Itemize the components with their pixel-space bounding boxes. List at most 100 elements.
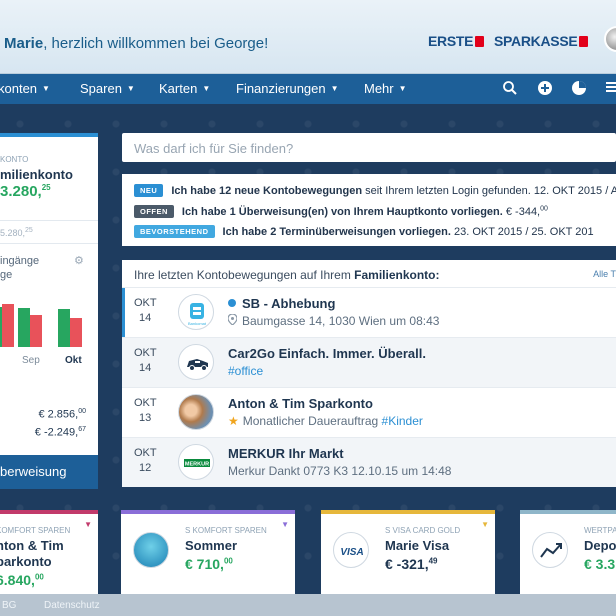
nav-finanzierungen[interactable]: Finanzierungen ▼ [236,81,339,96]
welcome-bar: Marie, herzlich willkommen bei George! E… [0,0,616,74]
tile-amount-cents: 00 [34,572,44,582]
tx-title: Car2Go Einfach. Immer. Überall. [228,346,426,361]
tx-day: 12 [139,462,152,474]
notification-open[interactable]: OFFEN Ich habe 1 Überweisung(en) von Ihre… [134,205,548,221]
tile-amount-value: € 710, [185,556,224,572]
all-transactions-link[interactable]: Alle T [593,269,616,279]
swimmer-photo-icon [133,532,169,568]
product-tile[interactable]: KOMFORT SPAREN nton & Tim parkonto 6.840… [0,510,98,594]
tx-subtitle-text: Baumgasse 14, 1030 Wien um 08:43 [242,314,440,328]
nav-karten[interactable]: Karten ▼ [159,81,210,96]
tx-title-text: SB - Abhebung [242,296,336,311]
plus-icon[interactable] [536,80,554,98]
product-tile[interactable]: S KOMFORT SPAREN Sommer € 710,00 ▼ [121,510,295,594]
search-input[interactable]: Was darf ich für Sie finden? [122,133,616,162]
tx-tag[interactable]: #Kinder [382,414,423,428]
expense-value: € -2.249, [34,426,79,439]
chevron-down-icon[interactable]: ▼ [481,520,489,529]
nav-konten[interactable]: konten ▼ [0,81,50,96]
available-value: 5.280, [0,228,26,238]
main-nav: konten ▼ Sparen ▼ Karten ▼ Finanzierungen ▼ … [0,74,616,104]
chevron-down-icon: ▼ [126,84,135,93]
tx-month: OKT [134,447,157,459]
chevron-down-icon: ▼ [398,84,407,93]
account-type: KONTO [0,155,29,164]
transaction-row[interactable]: OKT 14 Car2Go Einfach. Immer. Überall. #… [122,337,616,387]
notification-cents: 00 [540,205,548,213]
product-tile[interactable]: WERTPAPIERE Depot € 3.3 [520,510,616,594]
balance-value: 3.280, [0,183,42,200]
nav-sparen[interactable]: Sparen ▼ [80,81,135,96]
chevron-down-icon[interactable]: ▼ [281,520,289,529]
sparkasse-logo-text: SPARKASSE [494,33,578,49]
notification-title: Ich habe 1 Überweisung(en) von Ihrem Hau… [181,206,503,218]
transfer-button[interactable]: berweisung [0,455,98,489]
visa-icon: VISA [333,532,369,568]
transaction-row[interactable]: OKT 14 Bankomat SB - Abhebung Baumgasse … [122,287,616,338]
s-logo-icon [475,36,485,47]
account-name: milienkonto [0,167,73,182]
photo-icon [178,394,214,430]
chevron-down-icon: ▼ [330,84,339,93]
erste-logo: ERSTE [428,33,485,49]
tile-amount-cents: 49 [428,556,438,566]
chevron-down-icon: ▼ [202,84,211,93]
nav-label: Sparen [80,81,122,96]
notification-detail: seit Ihrem letzten Login gefunden. 12. O… [362,185,616,197]
notification-new[interactable]: NEU Ich habe 12 neue Kontobewegungen seit… [134,184,616,200]
nav-mehr[interactable]: Mehr ▼ [364,81,407,96]
available-balance: 5.280,25 [0,227,33,238]
income-label-line2: ge [0,269,13,281]
income-amount: € 2.856,00 [38,408,86,421]
tx-month: OKT [134,397,157,409]
svg-text:Bankomat: Bankomat [188,321,207,326]
footer-link-agb[interactable]: BG [2,600,16,611]
tile-name: nton & Tim [0,538,64,553]
svg-text:VISA: VISA [340,547,363,558]
account-balance: 3.280,25 [0,183,51,200]
transaction-row[interactable]: OKT 12 MERKUR MERKUR Ihr Markt Merkur Da… [122,437,616,487]
user-name: Marie [4,35,44,52]
location-pin-icon [227,313,238,326]
search-icon[interactable] [501,80,519,98]
tx-tag[interactable]: #office [228,364,263,378]
sparkasse-logo: SPARKASSE [494,33,589,49]
unread-indicator [122,288,125,338]
chart-icon[interactable] [570,80,588,98]
balance-cents: 25 [41,183,51,192]
tx-day: 13 [139,412,152,424]
notifications-panel: NEU Ich habe 12 neue Kontobewegungen seit… [122,174,616,246]
gear-icon[interactable]: ⚙ [74,254,84,267]
month-label-active[interactable]: Okt [65,355,82,366]
income-bar [18,308,30,347]
trend-chart-icon [532,532,568,568]
notification-upcoming[interactable]: BEVORSTEHEND Ich habe 2 Terminüberweisung… [134,225,594,241]
expense-bar [2,304,14,347]
product-tile[interactable]: VISA S VISA CARD GOLD Marie Visa € -321,… [321,510,495,594]
tile-label: WERTPAPIERE [584,526,616,535]
tile-label: S VISA CARD GOLD [385,526,461,535]
tile-amount-value: € -321, [385,556,429,572]
nav-label: Finanzierungen [236,81,326,96]
tile-amount-value: 6.840, [0,572,35,588]
tx-subtitle: Baumgasse 14, 1030 Wien um 08:43 [227,313,440,328]
account-card[interactable]: KONTO milienkonto 3.280,25 5.280,25 ingä… [0,133,98,489]
notification-detail: € -344, [502,206,541,218]
divider [0,220,98,221]
footer-link-privacy[interactable]: Datenschutz [44,600,100,611]
user-avatar[interactable] [604,26,616,52]
income-expense-chart [0,297,98,347]
chevron-down-icon[interactable]: ▼ [84,520,92,529]
s-logo-icon [579,36,589,47]
menu-icon[interactable] [604,80,616,98]
tile-label: S KOMFORT SPAREN [185,526,267,535]
transactions-panel: Ihre letzten Kontobewegungen auf Ihrem F… [122,260,616,487]
tx-day: 14 [139,312,152,324]
greeting-text: , herzlich willkommen bei George! [43,35,269,52]
transaction-row[interactable]: OKT 13 Anton & Tim Sparkonto ★ Monatliche… [122,387,616,437]
tile-amount: € 3.3 [584,556,616,572]
new-dot-icon [228,299,236,307]
available-cents: 25 [25,227,33,234]
tx-subtitle: Merkur Dankt 0773 K3 12.10.15 um 14:48 [228,464,452,478]
tile-amount: € 710,00 [185,556,233,572]
